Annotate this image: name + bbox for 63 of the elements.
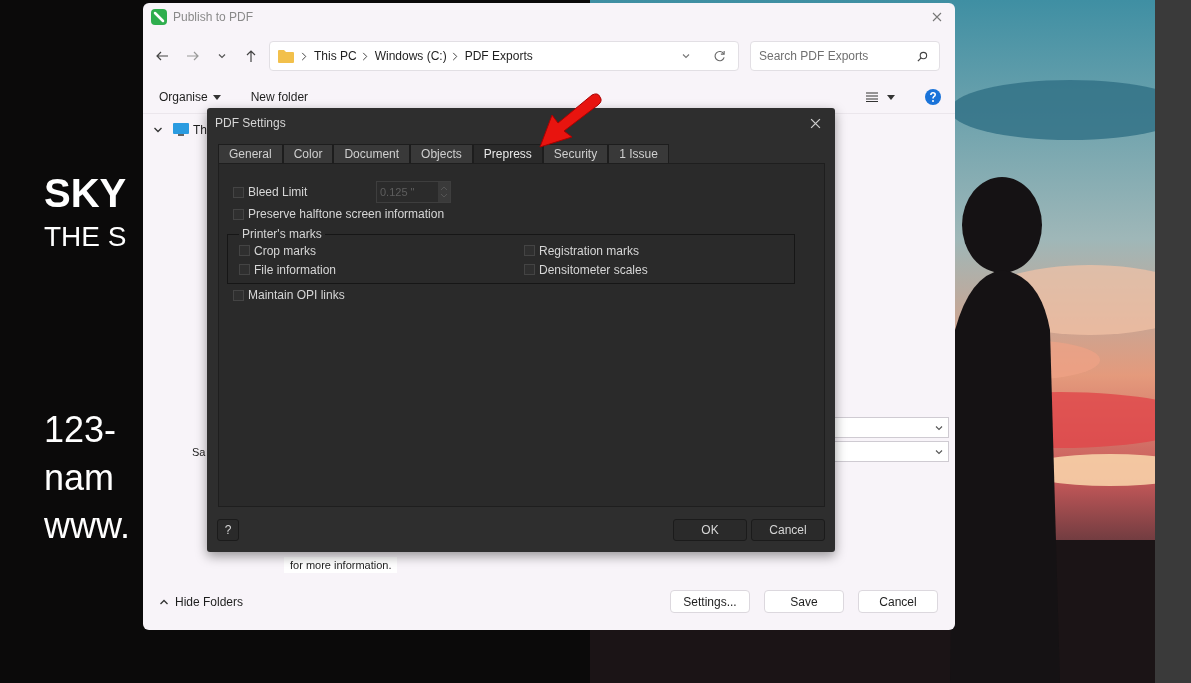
field-label: Sa (192, 445, 206, 458)
forward-icon[interactable] (186, 49, 200, 63)
tab[interactable]: Color (282, 144, 334, 163)
breadcrumb[interactable]: This PC (314, 49, 357, 63)
hide-folders-button[interactable]: Hide Folders (153, 593, 250, 610)
contact-line: www. (44, 504, 131, 548)
checkbox[interactable] (239, 245, 250, 256)
search-field[interactable]: Search PDF Exports (750, 41, 940, 71)
checkbox-label[interactable]: Densitometer scales (539, 262, 648, 277)
list-view-icon[interactable] (866, 92, 878, 102)
checkbox[interactable] (239, 264, 250, 275)
breadcrumb[interactable]: PDF Exports (464, 49, 533, 63)
info-text: for more information. (284, 557, 398, 573)
chevron-down-icon[interactable] (153, 125, 163, 135)
document-tagline: THE S (44, 220, 128, 254)
checkbox[interactable] (524, 245, 535, 256)
dialog-button[interactable]: OK (673, 518, 747, 541)
document-title: SKY (44, 170, 128, 216)
search-icon (917, 51, 928, 62)
window-title: Publish to PDF (173, 10, 254, 24)
refresh-icon[interactable] (713, 49, 726, 63)
tab[interactable]: General (218, 144, 283, 163)
annotation-arrow (538, 93, 602, 149)
chevron-right-icon (361, 51, 368, 61)
chevron-down-icon[interactable] (217, 51, 227, 61)
monitor-icon (173, 123, 189, 137)
back-icon[interactable] (155, 49, 169, 63)
address-bar[interactable]: This PC Windows (C:) PDF Exports (269, 41, 739, 71)
tab[interactable]: 1 Issue (608, 144, 669, 163)
checkbox[interactable] (233, 289, 244, 301)
toolbar-button[interactable]: New folder (246, 88, 313, 106)
checkbox-label[interactable]: Registration marks (539, 243, 640, 258)
folder-icon (278, 49, 294, 63)
tab[interactable]: Security (542, 144, 609, 163)
chevron-right-icon (301, 51, 307, 61)
dialog-button[interactable]: Cancel (751, 518, 825, 541)
checkbox[interactable] (233, 208, 244, 220)
help-icon[interactable] (925, 89, 941, 105)
caret-icon[interactable] (887, 94, 895, 100)
group-title: Printer's marks (241, 227, 323, 241)
up-icon[interactable] (244, 49, 258, 63)
chevron-right-icon (451, 51, 458, 61)
help-button[interactable]: ? (217, 518, 239, 541)
tab[interactable]: Document (333, 144, 411, 163)
dialog-title: PDF Settings (215, 116, 286, 130)
dialog-button[interactable]: Cancel (858, 590, 938, 613)
menu-button[interactable]: Organise (155, 88, 225, 106)
dialog-button[interactable]: Settings... (670, 590, 750, 613)
breadcrumb[interactable]: Windows (C:) (374, 49, 447, 63)
checkbox-label[interactable]: Preserve halftone screen information (248, 207, 445, 221)
checkbox[interactable] (524, 264, 535, 275)
checkbox-label[interactable]: Crop marks (254, 243, 316, 258)
dialog-button[interactable]: Save (764, 590, 844, 613)
close-icon[interactable] (932, 12, 942, 22)
tab[interactable]: Objects (410, 144, 473, 163)
tab[interactable]: Prepress (472, 144, 543, 163)
close-icon[interactable] (810, 117, 821, 129)
app-icon (151, 9, 167, 25)
tree-item[interactable]: Th (193, 123, 207, 137)
checkbox-label[interactable]: Maintain OPI links (248, 288, 345, 302)
contact-line: nam (44, 456, 116, 500)
contact-line: 123- (44, 408, 118, 452)
checkbox-label[interactable]: File information (254, 262, 337, 277)
